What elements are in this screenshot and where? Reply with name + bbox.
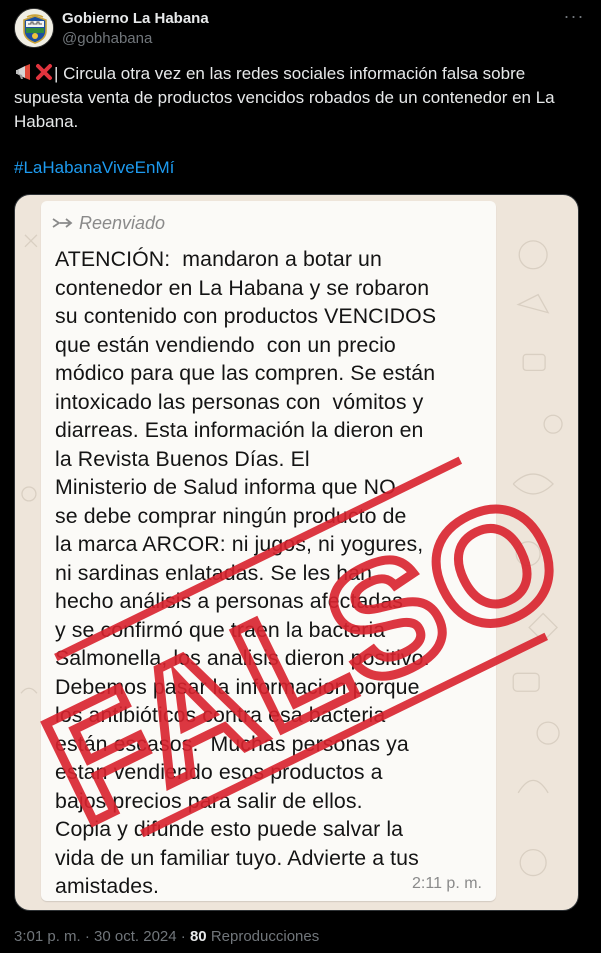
author-handle[interactable]: @gobhabana	[62, 30, 152, 47]
forward-arrow-icon	[52, 218, 73, 228]
tweet-date[interactable]: 30 oct. 2024	[94, 928, 177, 945]
coat-of-arms-icon	[15, 9, 53, 47]
author-name[interactable]: Gobierno La Habana	[62, 10, 209, 27]
tweet-meta: 3:01 p. m. · 30 oct. 2024 · 80 Reproducc…	[14, 928, 319, 945]
message-timestamp: 2:11 p. m.	[412, 875, 482, 892]
more-dots-icon: ···	[563, 6, 585, 26]
meta-separator: ·	[84, 928, 90, 945]
forwarded-message-bubble: Reenviado ATENCIÓN: mandaron a botar un …	[41, 201, 496, 901]
forwarded-label: Reenviado	[79, 213, 166, 233]
meta-separator: ·	[180, 928, 186, 945]
tweet-body: | Circula otra vez en las redes sociales…	[14, 64, 555, 131]
hashtag-link[interactable]: #LaHabanaViveEnMí	[14, 158, 174, 178]
megaphone-icon	[16, 64, 30, 80]
views-count: 80	[189, 928, 207, 945]
forwarded-indicator: Reenviado	[51, 213, 165, 234]
avatar[interactable]	[14, 8, 54, 48]
cross-mark-icon	[36, 64, 52, 80]
more-options-button[interactable]: ···	[561, 6, 587, 30]
message-text: ATENCIÓN: mandaron a botar un contenedor…	[55, 247, 437, 898]
tweet-time[interactable]: 3:01 p. m.	[14, 928, 81, 945]
tweet-image[interactable]: Reenviado ATENCIÓN: mandaron a botar un …	[14, 194, 579, 911]
views-label: Reproducciones	[210, 928, 320, 945]
tweet-header: Gobierno La Habana @gobhabana ···	[14, 6, 587, 52]
tweet-text: | Circula otra vez en las redes sociales…	[14, 62, 584, 134]
